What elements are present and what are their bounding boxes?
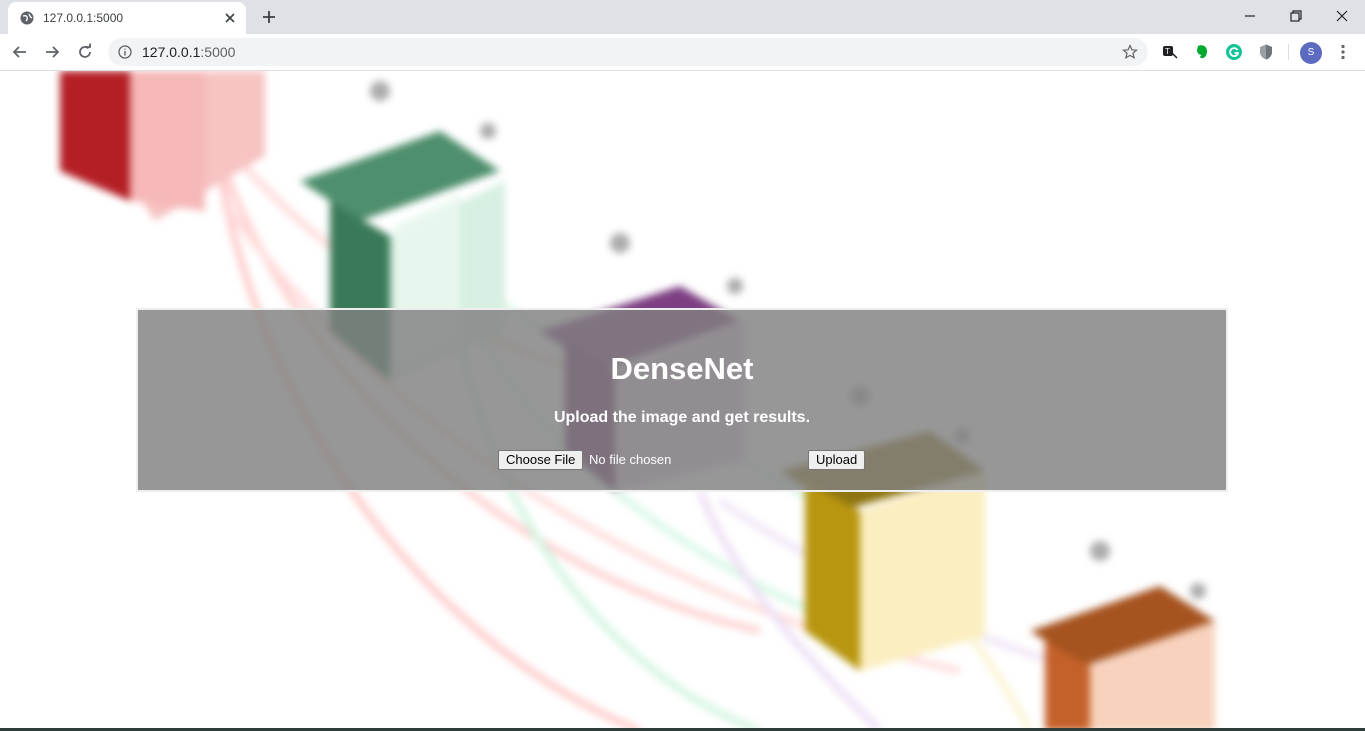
upload-panel: DenseNet Upload the image and get result…	[136, 308, 1228, 492]
file-status-text: No file chosen	[589, 452, 672, 467]
kebab-menu-icon[interactable]	[1334, 43, 1352, 61]
grammarly-extension-icon[interactable]	[1225, 43, 1243, 61]
forward-arrow-icon[interactable]	[42, 42, 62, 62]
new-tab-icon[interactable]	[260, 8, 278, 26]
translate-extension-icon[interactable]: T	[1161, 43, 1179, 61]
tab-strip: 127.0.0.1:5000	[0, 0, 1365, 34]
minimize-icon[interactable]	[1242, 8, 1258, 24]
upload-button[interactable]: Upload	[808, 450, 866, 470]
bookmark-star-icon[interactable]	[1122, 44, 1138, 60]
page-title: DenseNet	[610, 351, 754, 386]
reload-icon[interactable]	[75, 42, 95, 62]
toolbar-separator	[1288, 44, 1289, 60]
page-subtitle: Upload the image and get results.	[553, 409, 811, 426]
url-host: 127.0.0.1	[142, 44, 201, 60]
profile-avatar[interactable]: S	[1300, 42, 1322, 64]
evernote-extension-icon[interactable]	[1193, 43, 1211, 61]
url-port: :5000	[200, 44, 236, 60]
address-bar[interactable]: 127.0.0.1:5000	[108, 38, 1148, 66]
svg-text:T: T	[1165, 47, 1170, 56]
restore-icon[interactable]	[1288, 8, 1304, 24]
page-viewport: DenseNet Upload the image and get result…	[0, 71, 1365, 731]
close-window-icon[interactable]	[1334, 8, 1350, 24]
shield-extension-icon[interactable]	[1257, 43, 1275, 61]
back-arrow-icon[interactable]	[10, 42, 30, 62]
globe-icon	[20, 11, 34, 25]
browser-toolbar: 127.0.0.1:5000 T S	[0, 34, 1365, 71]
tab-title: 127.0.0.1:5000	[43, 11, 124, 25]
browser-tab[interactable]: 127.0.0.1:5000	[8, 2, 246, 34]
choose-file-button[interactable]: Choose File	[498, 450, 584, 470]
info-icon[interactable]	[118, 45, 132, 59]
close-tab-icon[interactable]	[222, 10, 238, 26]
url-text: 127.0.0.1:5000	[142, 44, 235, 60]
